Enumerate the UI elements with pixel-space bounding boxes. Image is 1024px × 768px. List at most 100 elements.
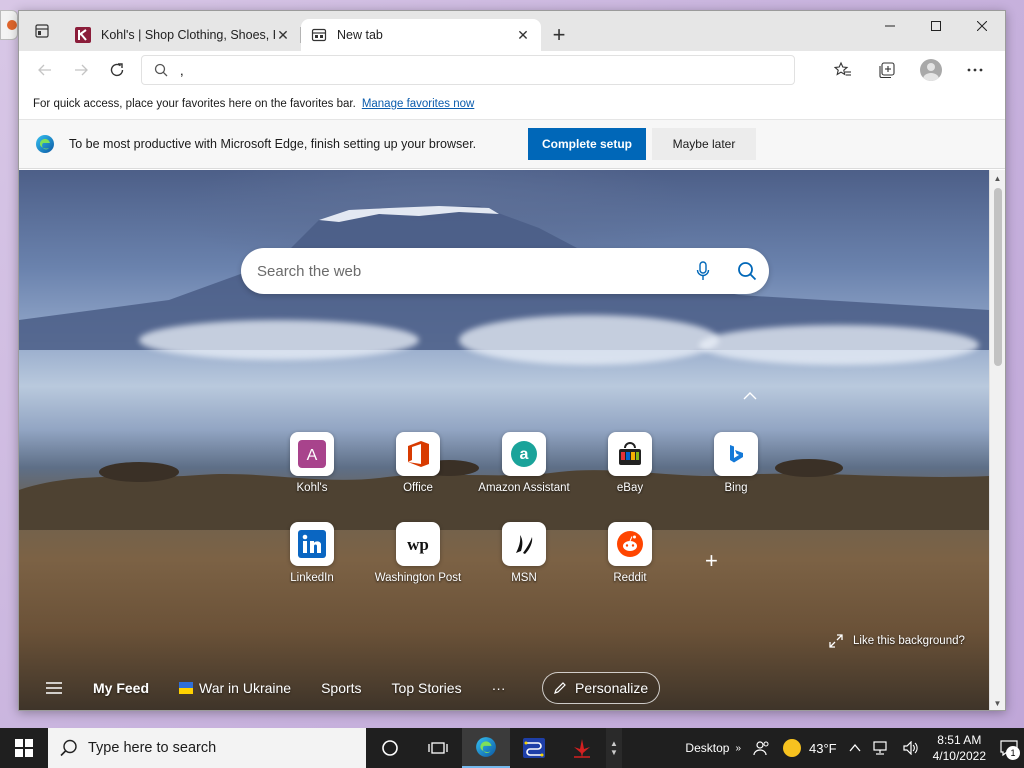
weather-widget[interactable]: 43°F xyxy=(777,728,843,768)
scroll-down-icon[interactable]: ▼ xyxy=(990,695,1005,710)
tab-new-tab[interactable]: New tab ✕ xyxy=(301,19,541,51)
web-search-box[interactable]: Search the web xyxy=(241,248,769,294)
collapse-chevron-icon[interactable] xyxy=(743,392,757,400)
feed-menu-button[interactable] xyxy=(45,681,63,695)
quick-link-kohls[interactable]: A Kohl's xyxy=(259,432,365,512)
avatar xyxy=(920,59,942,81)
pencil-icon xyxy=(554,682,566,694)
chevron-right-icon: » xyxy=(735,742,741,754)
search-icon xyxy=(154,63,168,77)
task-view-button[interactable] xyxy=(414,728,462,768)
close-tab-icon[interactable]: ✕ xyxy=(515,27,531,43)
quick-link-label: Reddit xyxy=(613,572,647,584)
kohls-icon: A xyxy=(298,440,326,468)
back-button[interactable] xyxy=(27,55,63,85)
window-controls xyxy=(867,11,1005,41)
clock[interactable]: 8:51 AM 4/10/2022 xyxy=(925,732,994,764)
feed-item-my-feed[interactable]: My Feed xyxy=(93,680,149,696)
quick-link-amazon-assistant[interactable]: a Amazon Assistant xyxy=(471,432,577,512)
maximize-button[interactable] xyxy=(913,11,959,41)
minimize-button[interactable] xyxy=(867,11,913,41)
start-button[interactable] xyxy=(0,728,48,768)
complete-setup-button[interactable]: Complete setup xyxy=(528,128,646,160)
personalize-button[interactable]: Personalize xyxy=(541,672,660,704)
tab-actions-button[interactable] xyxy=(19,11,65,51)
quick-link-bing[interactable]: Bing xyxy=(683,432,789,512)
feed-item-sports[interactable]: Sports xyxy=(321,680,361,696)
forward-button[interactable] xyxy=(63,55,99,85)
add-quick-link-button[interactable]: + xyxy=(705,548,718,574)
settings-more-button[interactable] xyxy=(953,55,997,85)
tab-title: Kohl's | Shop Clothing, Shoes, Home, Kit… xyxy=(101,28,275,42)
refresh-button[interactable] xyxy=(99,55,135,85)
page-scrollbar[interactable]: ▲ ▼ xyxy=(989,170,1005,710)
address-input[interactable] xyxy=(180,62,794,78)
ebay-icon xyxy=(619,442,641,465)
linkedin-icon xyxy=(298,530,326,558)
scroll-up-icon[interactable]: ▲ xyxy=(990,170,1005,186)
favorites-button[interactable] xyxy=(821,55,865,85)
quick-link-label: Bing xyxy=(724,482,748,494)
quick-link-ebay[interactable]: eBay xyxy=(577,432,683,512)
cortana-icon xyxy=(382,740,398,756)
quick-link-linkedin[interactable]: LinkedIn xyxy=(259,522,365,602)
feed-item-top-stories[interactable]: Top Stories xyxy=(392,680,462,696)
taskbar-scroll[interactable]: ▲ ▼ xyxy=(606,728,622,768)
minimize-icon xyxy=(885,25,895,27)
sun-icon xyxy=(783,739,801,757)
toolbar xyxy=(19,51,1005,89)
bing-icon xyxy=(730,445,743,463)
taskbar-search[interactable]: Type here to search xyxy=(48,728,366,768)
setup-infobar: To be most productive with Microsoft Edg… xyxy=(19,120,1005,169)
scroll-down-icon[interactable]: ▼ xyxy=(610,748,618,757)
scrollbar-thumb[interactable] xyxy=(994,188,1002,366)
feed-more-button[interactable]: ··· xyxy=(492,680,506,696)
show-hidden-icons-button[interactable] xyxy=(843,728,867,768)
feed-nav: My Feed War in Ukraine Sports Top Storie… xyxy=(19,668,989,708)
close-window-button[interactable] xyxy=(959,11,1005,41)
plus-icon: + xyxy=(705,548,718,573)
feed-item-war-in-ukraine[interactable]: War in Ukraine xyxy=(179,680,291,696)
task-view-icon xyxy=(428,742,448,754)
manage-favorites-link[interactable]: Manage favorites now xyxy=(362,98,475,110)
scroll-up-icon[interactable]: ▲ xyxy=(610,739,618,748)
search-placeholder: Search the web xyxy=(257,262,362,280)
quick-link-washington-post[interactable]: wp Washington Post xyxy=(365,522,471,602)
taskbar-edge[interactable] xyxy=(462,728,510,768)
cloud xyxy=(139,320,419,360)
close-tab-icon[interactable]: ✕ xyxy=(275,27,291,43)
profile-button[interactable] xyxy=(909,55,953,85)
like-background-button[interactable]: Like this background? xyxy=(829,634,965,648)
action-center-button[interactable]: 1 xyxy=(994,728,1024,768)
back-arrow-icon xyxy=(38,64,51,76)
background-window-edge xyxy=(0,10,18,40)
people-button[interactable] xyxy=(747,728,777,768)
edge-logo-icon xyxy=(36,135,54,153)
quick-link-office[interactable]: Office xyxy=(365,432,471,512)
taskbar-app-red[interactable] xyxy=(558,728,606,768)
clock-date: 4/10/2022 xyxy=(932,749,986,763)
chevron-up-icon xyxy=(849,744,861,752)
microphone-icon xyxy=(696,261,710,280)
network-button[interactable] xyxy=(867,728,897,768)
voice-search-button[interactable] xyxy=(681,248,725,294)
collections-button[interactable] xyxy=(865,55,909,85)
quick-link-reddit[interactable]: Reddit xyxy=(577,522,683,602)
plus-icon: + xyxy=(552,22,566,47)
volume-button[interactable] xyxy=(897,728,925,768)
tab-actions-icon xyxy=(35,24,49,38)
quick-link-label: Washington Post xyxy=(374,572,462,584)
reddit-icon xyxy=(617,531,643,557)
maybe-later-button[interactable]: Maybe later xyxy=(652,128,756,160)
washington-post-icon: wp xyxy=(407,535,429,554)
search-submit-button[interactable] xyxy=(725,248,769,294)
new-tab-button[interactable]: + xyxy=(541,19,577,51)
tab-kohls[interactable]: Kohl's | Shop Clothing, Shoes, Home, Kit… xyxy=(65,19,301,51)
desktop-toolbar[interactable]: Desktop » xyxy=(679,728,747,768)
quick-link-msn[interactable]: MSN xyxy=(471,522,577,602)
favorites-bar: For quick access, place your favorites h… xyxy=(19,89,1005,120)
taskbar-app-blue[interactable] xyxy=(510,728,558,768)
maximize-icon xyxy=(931,21,941,31)
address-bar[interactable] xyxy=(141,55,795,85)
cortana-button[interactable] xyxy=(366,728,414,768)
